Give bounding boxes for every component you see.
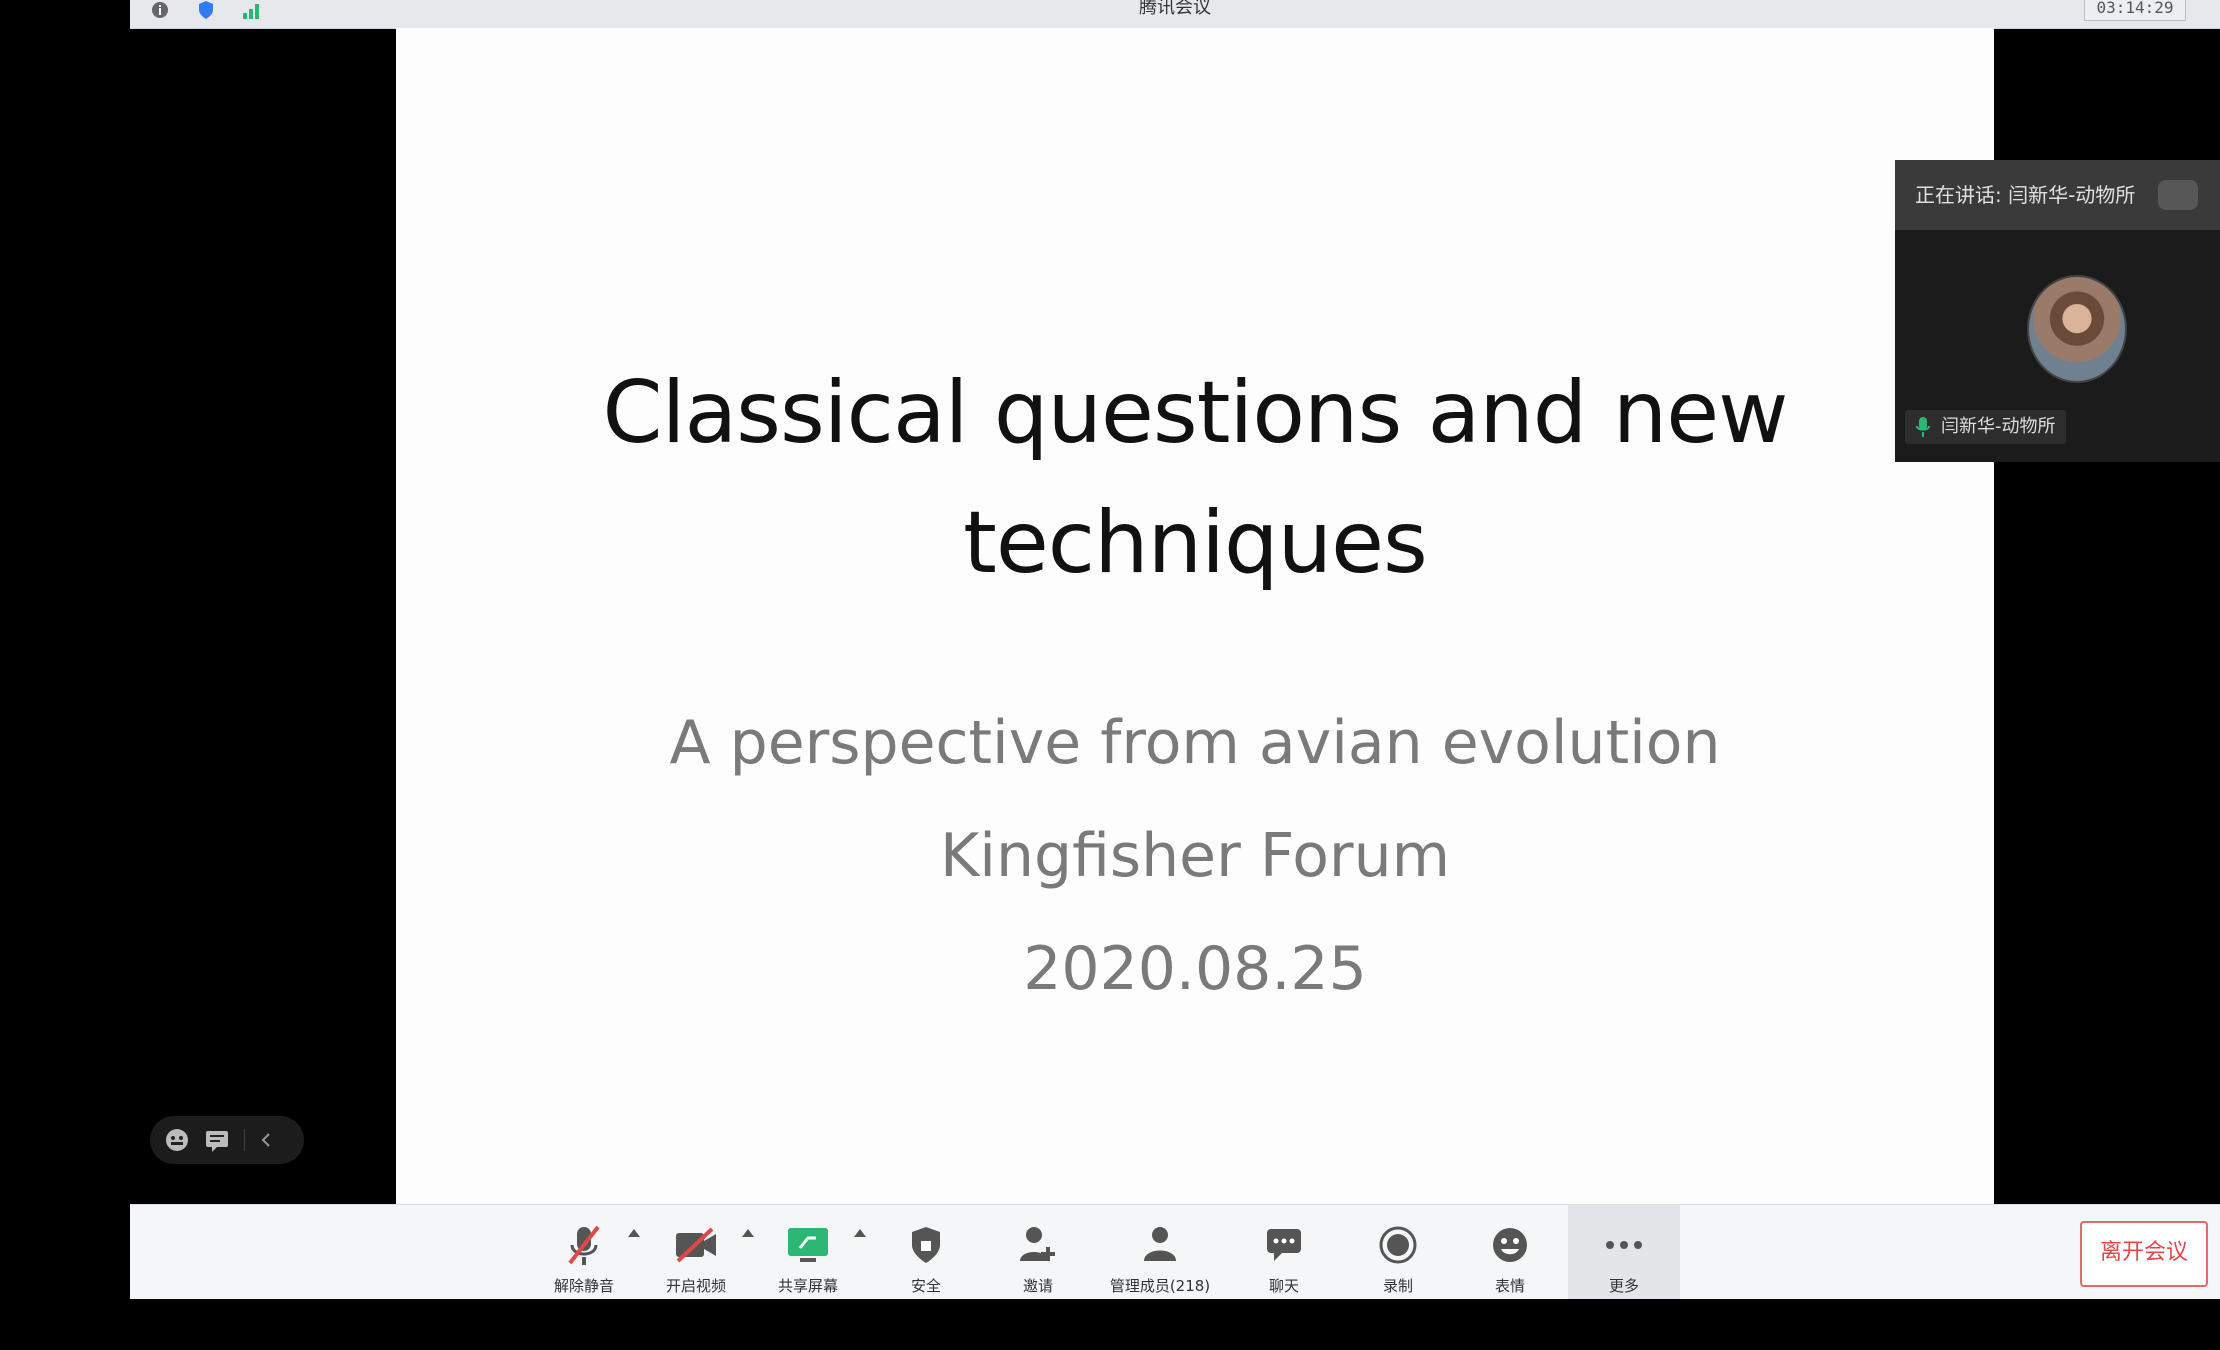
video-options-caret-icon[interactable] xyxy=(742,1229,754,1237)
security-button[interactable]: 安全 xyxy=(876,1205,976,1299)
collapse-chevron-icon[interactable] xyxy=(259,1130,273,1150)
slide-title-line1: Classical questions and new xyxy=(602,363,1789,463)
meeting-toolbar: 解除静音 开启视频 共享屏幕 安全 邀请 管理成员(218) 聊天 录制 表情 … xyxy=(130,1204,2220,1299)
muted-mic-icon xyxy=(564,1221,604,1269)
leave-meeting-button[interactable]: 离开会议 xyxy=(2080,1221,2208,1287)
share-options-caret-icon[interactable] xyxy=(854,1229,866,1237)
title-bar: 腾讯会议 03:14:29 xyxy=(130,0,2220,29)
share-screen-button[interactable]: 共享屏幕 xyxy=(758,1205,858,1299)
more-label: 更多 xyxy=(1608,1277,1639,1295)
meeting-timer: 03:14:29 xyxy=(2084,0,2186,21)
manage-members-button[interactable]: 管理成员(218) xyxy=(1090,1205,1230,1299)
audio-options-caret-icon[interactable] xyxy=(628,1229,640,1237)
slide-title: Classical questions and new techniques xyxy=(396,348,1994,608)
speaker-name: 闫新华-动物所 xyxy=(1941,416,2056,437)
reactions-label: 表情 xyxy=(1494,1277,1525,1295)
emoji-icon xyxy=(1490,1221,1530,1269)
emoji-icon[interactable] xyxy=(164,1127,190,1153)
start-video-button[interactable]: 开启视频 xyxy=(646,1205,746,1299)
more-button[interactable]: 更多 xyxy=(1568,1205,1680,1299)
panel-toggle-icon[interactable] xyxy=(2158,180,2198,210)
speaker-panel-header: 正在讲话: 闫新华-动物所 xyxy=(1895,160,2220,230)
share-screen-label: 共享屏幕 xyxy=(777,1277,838,1295)
floating-controls xyxy=(150,1116,304,1164)
slide-event: Kingfisher Forum xyxy=(939,821,1451,891)
speaker-name-tag: 闫新华-动物所 xyxy=(1905,410,2066,444)
chat-bubble-icon[interactable] xyxy=(204,1127,230,1153)
manage-members-label: 管理成员(218) xyxy=(1109,1277,1211,1295)
window-title: 腾讯会议 xyxy=(1139,0,1211,18)
shared-slide: Classical questions and new techniques A… xyxy=(396,28,1994,1204)
divider xyxy=(244,1129,245,1151)
more-icon xyxy=(1604,1221,1644,1269)
members-icon xyxy=(1140,1221,1180,1269)
chat-label: 聊天 xyxy=(1268,1277,1299,1295)
slide-subtitle: A perspective from avian evolution xyxy=(669,708,1721,778)
record-label: 录制 xyxy=(1382,1277,1413,1295)
speaker-avatar xyxy=(2027,275,2127,383)
slide-date: 2020.08.25 xyxy=(1023,934,1367,1004)
slide-title-line2: techniques xyxy=(963,493,1428,593)
unmute-label: 解除静音 xyxy=(553,1277,614,1295)
reactions-button[interactable]: 表情 xyxy=(1460,1205,1560,1299)
record-button[interactable]: 录制 xyxy=(1348,1205,1448,1299)
chat-button[interactable]: 聊天 xyxy=(1234,1205,1334,1299)
unmute-button[interactable]: 解除静音 xyxy=(534,1205,634,1299)
mic-active-icon xyxy=(1915,416,1931,450)
share-screen-icon xyxy=(786,1221,830,1269)
invite-button[interactable]: 邀请 xyxy=(988,1205,1088,1299)
security-label: 安全 xyxy=(910,1277,941,1295)
record-icon xyxy=(1378,1221,1418,1269)
invite-icon xyxy=(1018,1221,1058,1269)
speaking-label: 正在讲话: 闫新华-动物所 xyxy=(1915,183,2136,207)
start-video-label: 开启视频 xyxy=(665,1277,726,1295)
security-icon xyxy=(909,1221,943,1269)
invite-label: 邀请 xyxy=(1022,1277,1053,1295)
speaker-panel[interactable]: 正在讲话: 闫新华-动物所 闫新华-动物所 xyxy=(1895,160,2220,462)
video-off-icon xyxy=(674,1221,718,1269)
chat-icon xyxy=(1264,1221,1304,1269)
